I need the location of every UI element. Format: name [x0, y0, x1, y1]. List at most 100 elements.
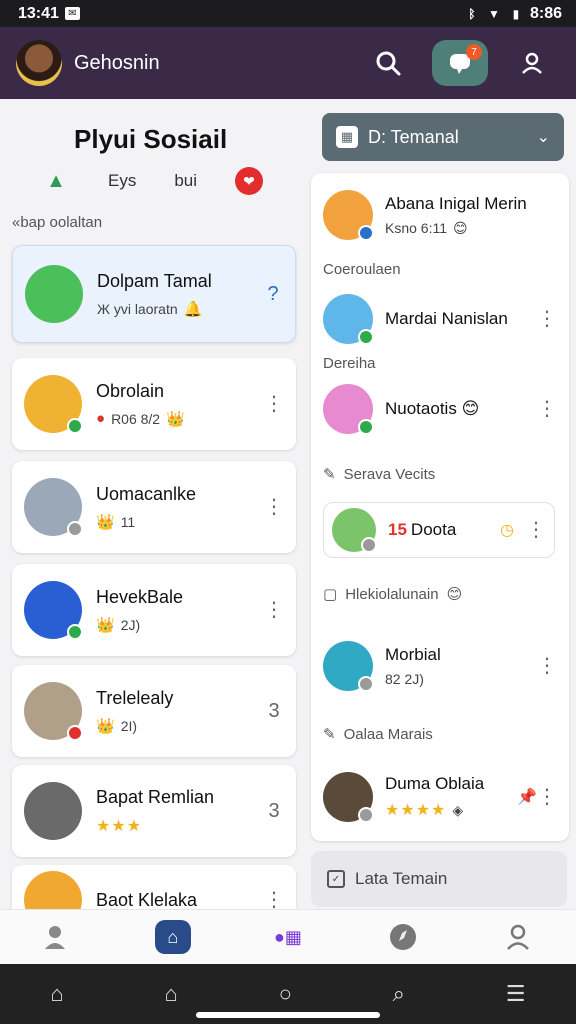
more-icon[interactable]: ⋮ — [264, 890, 284, 909]
tab-friends[interactable] — [28, 915, 88, 959]
section-label: Dereiha — [323, 355, 376, 372]
app-bar: Gehosnin 7 — [0, 27, 576, 99]
bell-icon: 🔔 — [183, 300, 203, 318]
bluetooth-icon: ᛒ — [468, 6, 476, 21]
contact-card[interactable]: Bapat Remlian ★★★ 3 — [12, 765, 296, 857]
avatar — [323, 384, 374, 435]
avatar — [323, 772, 374, 823]
pen-icon: ✎ — [323, 726, 336, 743]
wifi-icon: ▼ — [488, 6, 500, 21]
profile-icon — [522, 52, 542, 74]
contact-name: Nuotaotis 😊 — [385, 399, 480, 418]
list-item[interactable]: Abana Inigal Merin Ksno 6:11 😊 — [323, 187, 557, 243]
home-icon[interactable]: ⌂ — [50, 981, 63, 1007]
more-icon[interactable]: ⋮ — [537, 309, 557, 329]
emoji-icon: 😊 — [453, 219, 468, 236]
more-icon[interactable]: ⋮ — [264, 600, 284, 620]
contact-subtitle: Ksno 6:11 — [385, 220, 448, 236]
list-item[interactable]: Nuotaotis 😊 ⋮ — [323, 383, 557, 435]
highlight-card[interactable]: 15 Doota ◷ ⋮ — [323, 502, 555, 558]
more-icon[interactable]: ⋮ — [264, 497, 284, 517]
presence-dot — [358, 419, 374, 435]
later-label: Lata Temain — [355, 869, 448, 888]
contact-subtitle: R06 8/2 — [111, 410, 161, 427]
contact-name: HevekBale — [96, 586, 184, 607]
avatar — [24, 682, 83, 741]
notification-badge: 7 — [466, 44, 482, 60]
list-item[interactable]: Duma Oblaia ★★★★ ◈ 📌 ⋮ — [323, 770, 557, 824]
system-nav: ⌂ ⌂ ○ ⌕ ☰ — [0, 964, 576, 1024]
contact-name: Trelelealy — [96, 687, 174, 708]
avatar — [25, 265, 83, 323]
presence-dot — [67, 725, 83, 741]
checkbox-icon: ✓ — [327, 870, 345, 888]
info-icon[interactable]: ? — [263, 284, 283, 304]
tab-profile[interactable] — [488, 915, 548, 959]
search-outline-icon[interactable]: ⌕ — [393, 981, 405, 1007]
profile-button[interactable] — [504, 40, 560, 86]
compass-icon — [390, 924, 417, 950]
contact-card[interactable]: HevekBale 👑 2J) ⋮ — [12, 564, 296, 656]
contact-card[interactable]: Trelelealy 👑 2I) 3 — [12, 665, 296, 757]
later-friends-button[interactable]: ✓ Lata Temain — [311, 851, 567, 907]
contact-name: Duma Oblaia — [385, 774, 485, 793]
house-outline-icon[interactable]: ⌂ — [164, 981, 177, 1007]
chevron-down-icon: ⌄ — [536, 129, 550, 146]
group-dropdown[interactable]: ▦ D: Temanal ⌄ — [322, 113, 564, 161]
rating-stars: ★★★ — [96, 817, 143, 835]
crown-icon: 👑 — [96, 717, 115, 735]
section-label: ✎ Oalaa Marais — [323, 725, 433, 744]
presence-dot — [358, 329, 374, 345]
user-avatar[interactable] — [16, 40, 62, 86]
mail-icon: ✉ — [64, 7, 80, 20]
avatar — [24, 581, 83, 640]
circle-icon[interactable]: ○ — [279, 981, 292, 1007]
bag-icon: ▢ — [323, 586, 338, 603]
list-item[interactable]: Mardai Nanislan ⋮ — [323, 293, 557, 345]
contact-name: Dolpam Tamal — [97, 270, 212, 291]
contact-subtitle: 11 — [120, 513, 136, 530]
page-title: Plyui Sosiail — [74, 124, 228, 154]
filter-eys[interactable]: Eys — [108, 171, 136, 191]
heart-icon[interactable]: ❤ — [235, 167, 264, 195]
avatar — [323, 190, 374, 241]
status-time: 13:41 — [18, 4, 59, 22]
status-bar: 13:41 ✉ ᛒ ▼ ▮ 8:86 — [0, 0, 576, 27]
contact-name: Morbial — [385, 645, 441, 664]
contact-card[interactable]: Uomacanlke 👑 11 ⋮ — [12, 461, 296, 553]
bottom-tab-bar: ⌂ ●▦ — [0, 909, 576, 964]
contact-card[interactable]: Baot Klelaka ⋮ — [12, 865, 296, 909]
presence-dot — [361, 537, 377, 553]
house-icon: ⌂ — [154, 920, 191, 954]
more-icon[interactable]: 3 — [264, 801, 284, 821]
contact-card[interactable]: Obrolain ● R06 8/2 👑 ⋮ — [12, 358, 296, 450]
contact-name: Baot Klelaka — [96, 889, 198, 910]
tree-icon[interactable]: ▲ — [42, 169, 70, 193]
list-item[interactable]: Morbial 82 2J) ⋮ — [323, 639, 557, 693]
more-icon[interactable]: ⋮ — [526, 520, 546, 540]
menu-icon[interactable]: ☰ — [506, 981, 526, 1007]
more-icon[interactable]: ⋮ — [264, 394, 284, 414]
tab-explore[interactable] — [373, 915, 433, 959]
more-icon[interactable]: ⋮ — [537, 399, 557, 419]
tab-home[interactable]: ⌂ — [143, 915, 203, 959]
app-title: Gehosnin — [74, 51, 160, 74]
contact-card[interactable]: Dolpam Tamal Ж yvi laoratn 🔔 ? — [12, 245, 296, 343]
presence-dot — [358, 807, 374, 823]
clock-icon: ◷ — [500, 522, 514, 539]
more-icon[interactable]: ⋮ — [537, 656, 557, 676]
chat-button[interactable]: 7 — [432, 40, 488, 86]
filter-bui[interactable]: bui — [174, 171, 197, 191]
more-icon[interactable]: ⋮ — [537, 787, 557, 807]
crown-icon: 👑 — [166, 410, 185, 428]
rating-stars: ★★★★ — [385, 802, 447, 819]
contact-subtitle: 2J) — [120, 616, 141, 633]
avatar — [24, 782, 82, 840]
more-icon[interactable]: 3 — [264, 701, 284, 721]
search-button[interactable] — [360, 40, 416, 86]
avatar — [24, 375, 83, 434]
contact-name: Obrolain — [96, 380, 165, 401]
crown-icon: 👑 — [96, 513, 115, 531]
tab-messages[interactable]: ●▦ — [258, 915, 318, 959]
avatar — [24, 478, 83, 537]
